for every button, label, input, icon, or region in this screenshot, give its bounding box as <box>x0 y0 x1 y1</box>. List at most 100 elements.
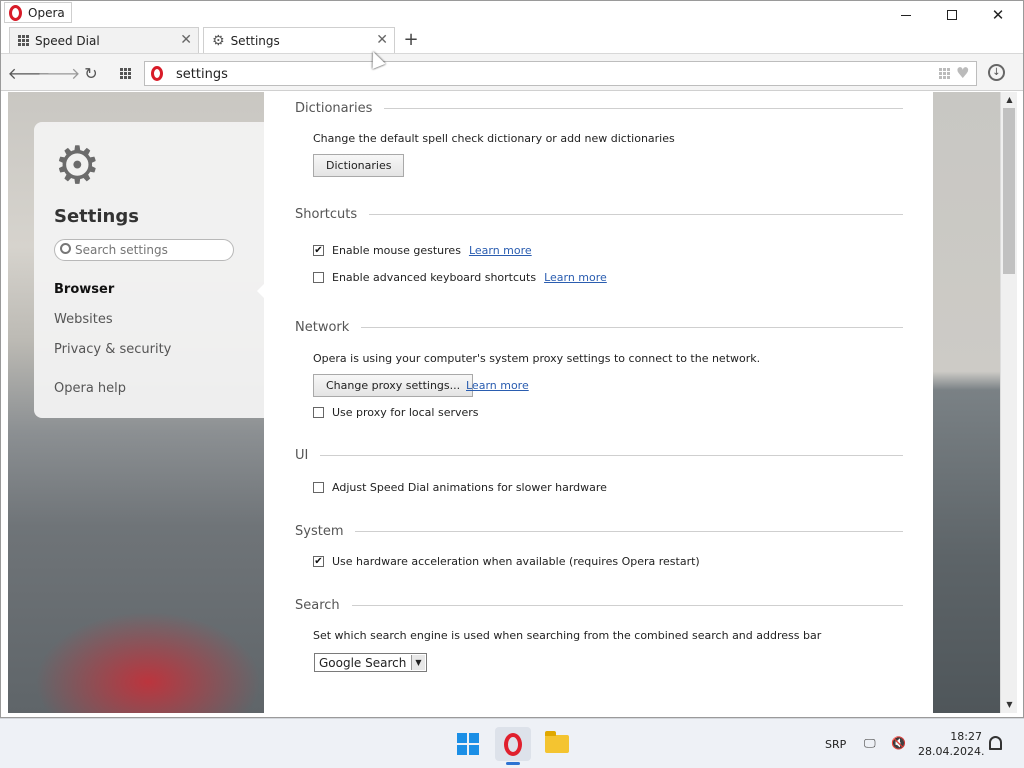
section-shortcuts: Shortcuts <box>295 207 903 222</box>
minimize-button[interactable] <box>883 1 929 29</box>
minimize-icon <box>901 14 911 16</box>
scroll-thumb[interactable] <box>1003 108 1015 274</box>
section-heading: System <box>295 524 344 539</box>
reload-button[interactable]: ↻ <box>81 63 101 83</box>
keyboard-shortcuts-row: Enable advanced keyboard shortcuts Learn… <box>313 271 607 284</box>
forward-button[interactable]: 🡒 <box>38 63 81 83</box>
scroll-down-icon[interactable]: ▼ <box>1003 698 1016 712</box>
section-heading: Shortcuts <box>295 207 358 222</box>
tab-settings[interactable]: ⚙ Settings ✕ <box>203 27 395 53</box>
taskbar: SRP 🖵 🔇 18:27 28.04.2024. <box>0 718 1024 768</box>
chevron-down-icon: ▼ <box>411 655 425 670</box>
add-to-speed-dial-icon[interactable] <box>939 67 950 79</box>
start-button[interactable] <box>450 727 486 761</box>
network-icon[interactable]: 🖵 <box>864 736 879 750</box>
keyboard-shortcuts-learn-more-link[interactable]: Learn more <box>544 271 607 284</box>
speed-dial-animations-row: Adjust Speed Dial animations for slower … <box>313 481 607 494</box>
dictionaries-description: Change the default spell check dictionar… <box>313 132 675 145</box>
search-input[interactable] <box>75 242 225 258</box>
tab-label: Settings <box>230 33 280 48</box>
search-settings[interactable] <box>54 239 234 261</box>
taskbar-opera[interactable] <box>495 727 531 765</box>
sidebar-item-privacy[interactable]: Privacy & security <box>54 342 171 372</box>
speed-dial-animations-label: Adjust Speed Dial animations for slower … <box>332 481 607 494</box>
section-heading: UI <box>295 448 309 463</box>
settings-content: Dictionaries Change the default spell ch… <box>264 92 933 713</box>
tab-close-icon[interactable]: ✕ <box>376 32 388 48</box>
opera-logo-icon <box>151 66 163 81</box>
section-heading: Search <box>295 598 340 613</box>
close-window-button[interactable]: ✕ <box>975 1 1021 29</box>
change-proxy-button[interactable]: Change proxy settings... <box>313 374 474 397</box>
reload-icon: ↻ <box>84 63 98 83</box>
keyboard-shortcuts-checkbox[interactable] <box>313 272 324 283</box>
new-tab-button[interactable]: + <box>401 29 421 50</box>
speed-dial-animations-checkbox[interactable] <box>313 482 324 493</box>
section-heading: Dictionaries <box>295 101 373 116</box>
settings-gear-icon: ⚙ <box>54 136 101 196</box>
hw-accel-row: ✔ Use hardware acceleration when availab… <box>313 555 700 568</box>
taskbar-file-explorer[interactable] <box>539 727 575 761</box>
clock[interactable]: 18:27 28.04.2024. <box>918 729 985 759</box>
speed-dial-icon <box>119 67 131 79</box>
sidebar-item-websites[interactable]: Websites <box>54 312 171 342</box>
address-bar-icons: ♥ <box>939 66 970 81</box>
section-heading: Network <box>295 320 350 335</box>
section-search: Search <box>295 598 903 613</box>
address-bar[interactable]: settings ♥ <box>144 61 977 86</box>
title-bar: Opera ✕ <box>1 1 1023 27</box>
speed-dial-button[interactable] <box>115 63 135 83</box>
windows-logo-icon <box>457 733 479 755</box>
download-icon[interactable]: ↓ <box>988 64 1005 81</box>
arrow-right-icon: 🡒 <box>37 64 81 83</box>
tab-speed-dial[interactable]: Speed Dial ✕ <box>9 27 199 53</box>
page-scrollbar[interactable]: ▲ ▼ <box>1000 92 1017 713</box>
maximize-button[interactable] <box>929 1 975 29</box>
settings-sidebar: ⚙ Settings Browser Websites Privacy & se… <box>34 122 264 418</box>
hw-accel-checkbox[interactable]: ✔ <box>313 556 324 567</box>
mouse-gestures-learn-more-link[interactable]: Learn more <box>469 244 532 257</box>
maximize-icon <box>947 10 957 20</box>
background-image-right <box>933 92 1000 713</box>
section-dictionaries: Dictionaries <box>295 101 903 116</box>
hw-accel-label: Use hardware acceleration when available… <box>332 555 700 568</box>
address-text[interactable]: settings <box>176 67 228 82</box>
local-proxy-checkbox[interactable] <box>313 407 324 418</box>
search-engine-select[interactable]: Google Search ▼ <box>314 653 427 672</box>
sidebar-nav: Browser Websites Privacy & security <box>54 282 171 372</box>
sidebar-item-browser[interactable]: Browser <box>54 282 171 312</box>
tab-bar: Speed Dial ✕ ⚙ Settings ✕ + <box>1 27 1023 53</box>
opera-logo-icon <box>9 4 22 21</box>
clock-time: 18:27 <box>950 730 982 743</box>
heart-icon[interactable]: ♥ <box>956 66 970 81</box>
window-title: Opera <box>28 5 65 20</box>
volume-muted-icon[interactable]: 🔇 <box>891 736 906 750</box>
toolbar: 🡐 🡒 ↻ settings ♥ ↓ <box>1 53 1023 91</box>
gear-icon: ⚙ <box>212 32 225 49</box>
notification-bell-icon[interactable] <box>989 736 1002 750</box>
tab-close-icon[interactable]: ✕ <box>180 32 192 48</box>
mouse-gestures-label: Enable mouse gestures <box>332 244 461 257</box>
mouse-gestures-row: ✔ Enable mouse gestures Learn more <box>313 244 532 257</box>
section-network: Network <box>295 320 903 335</box>
back-button[interactable]: 🡐 <box>8 63 51 83</box>
tab-label: Speed Dial <box>35 33 100 48</box>
page-viewport: ⚙ Settings Browser Websites Privacy & se… <box>8 92 1000 713</box>
browser-window: Opera ✕ Speed Dial ✕ ⚙ Settings ✕ + 🡐 🡒 … <box>0 0 1024 718</box>
mouse-gestures-checkbox[interactable]: ✔ <box>313 245 324 256</box>
sidebar-item-help[interactable]: Opera help <box>54 381 126 396</box>
proxy-learn-more-link[interactable]: Learn more <box>466 379 529 392</box>
section-ui: UI <box>295 448 903 463</box>
keyboard-shortcuts-label: Enable advanced keyboard shortcuts <box>332 271 537 284</box>
network-description: Opera is using your computer's system pr… <box>313 352 761 365</box>
language-indicator[interactable]: SRP <box>825 738 846 751</box>
section-system: System <box>295 524 903 539</box>
dictionaries-button[interactable]: Dictionaries <box>313 154 405 177</box>
local-proxy-label: Use proxy for local servers <box>332 406 479 419</box>
opera-logo-icon <box>504 732 522 756</box>
clock-date: 28.04.2024. <box>918 745 985 758</box>
close-icon: ✕ <box>991 6 1005 24</box>
speed-dial-icon <box>18 35 29 46</box>
scroll-up-icon[interactable]: ▲ <box>1003 93 1016 107</box>
search-icon <box>60 243 71 254</box>
